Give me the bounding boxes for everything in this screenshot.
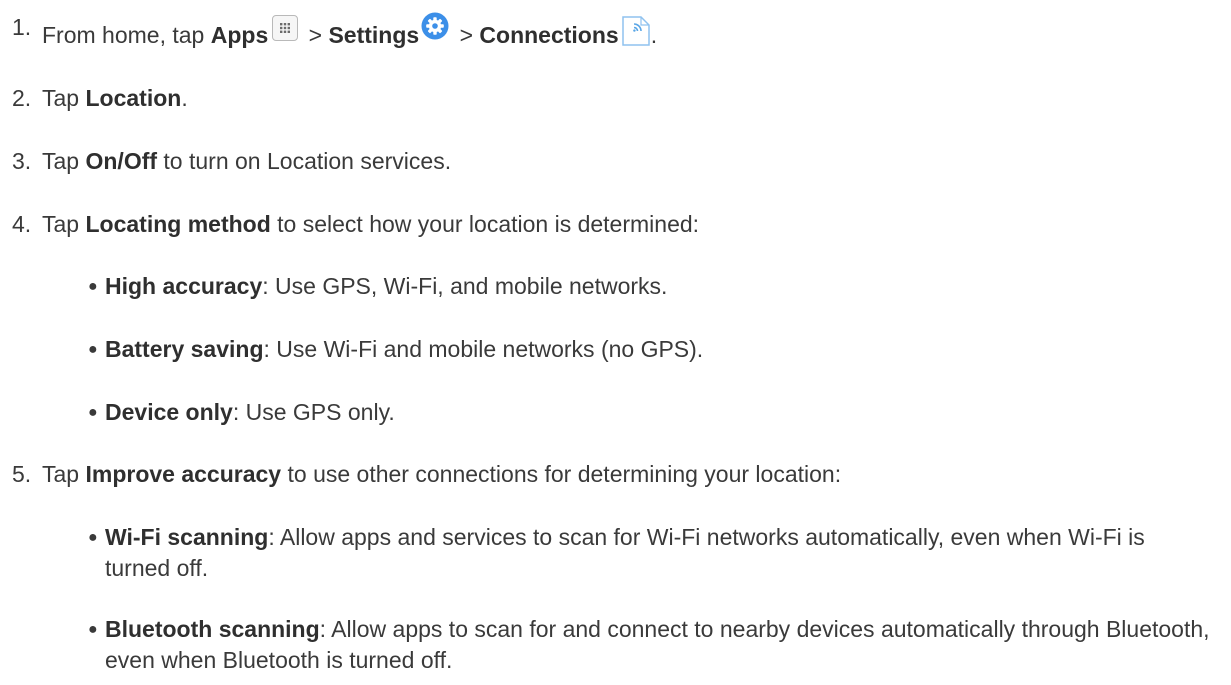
bullet-description: : Use GPS, Wi-Fi, and mobile networks. [262,273,668,299]
bullet-term: Bluetooth scanning [105,616,320,642]
separator: > [302,22,329,48]
step-suffix: to use other connections for determining… [281,461,842,487]
bullet-term: Battery saving [105,336,264,362]
step-text: From home, tap Apps > Settings > Connect… [42,12,657,51]
bullet-text: Wi-Fi scanning: Allow apps and services … [105,522,1215,584]
step-suffix: to turn on Location services. [157,148,452,174]
bullet-term: High accuracy [105,273,263,299]
step-prefix: Tap [42,85,86,111]
bullet-icon: ● [88,529,98,546]
step-suffix: . [650,22,658,48]
bullet-icon: ● [88,341,98,358]
bullet-text: Battery saving: Use Wi-Fi and mobile net… [105,334,703,365]
step-prefix: Tap [42,461,86,487]
bullet-text: Bluetooth scanning: Allow apps to scan f… [105,614,1215,676]
step-number: 3. [12,148,32,174]
bullet-term: Wi-Fi scanning [105,524,269,550]
apps-grid-icon [272,15,299,41]
locating-method-label: Locating method [85,211,271,237]
step-number: 5. [12,461,32,487]
step-text: Tap Location. [42,83,188,114]
step-number: 4. [12,211,32,237]
bullet-icon: ● [88,621,98,638]
step-suffix: to select how your location is determine… [270,211,700,237]
connections-icon [621,15,651,47]
settings-label: Settings [328,22,420,48]
bullet-description: : Use Wi-Fi and mobile networks (no GPS)… [263,336,704,362]
bullet-text: Device only: Use GPS only. [105,397,395,428]
settings-gear-icon [421,12,449,40]
bullet-term: Device only [105,399,233,425]
step-text: Tap Locating method to select how your l… [42,209,699,240]
improve-accuracy-label: Improve accuracy [85,461,282,487]
step-number: 1. [12,14,32,40]
apps-label: Apps [210,22,269,48]
location-label: Location [85,85,182,111]
step-prefix: Tap [42,148,86,174]
step-text: Tap Improve accuracy to use other connec… [42,459,841,490]
step-prefix: From home, tap [42,22,211,48]
step-prefix: Tap [42,211,86,237]
step-number: 2. [12,85,32,111]
bullet-icon: ● [88,404,98,421]
bullet-description: : Use GPS only. [232,399,395,425]
separator: > [453,22,480,48]
bullet-text: High accuracy: Use GPS, Wi-Fi, and mobil… [105,271,667,302]
connections-label: Connections [479,22,619,48]
bullet-icon: ● [88,278,98,295]
on-off-label: On/Off [85,148,158,174]
step-text: Tap On/Off to turn on Location services. [42,146,451,177]
step-suffix: . [181,85,188,111]
